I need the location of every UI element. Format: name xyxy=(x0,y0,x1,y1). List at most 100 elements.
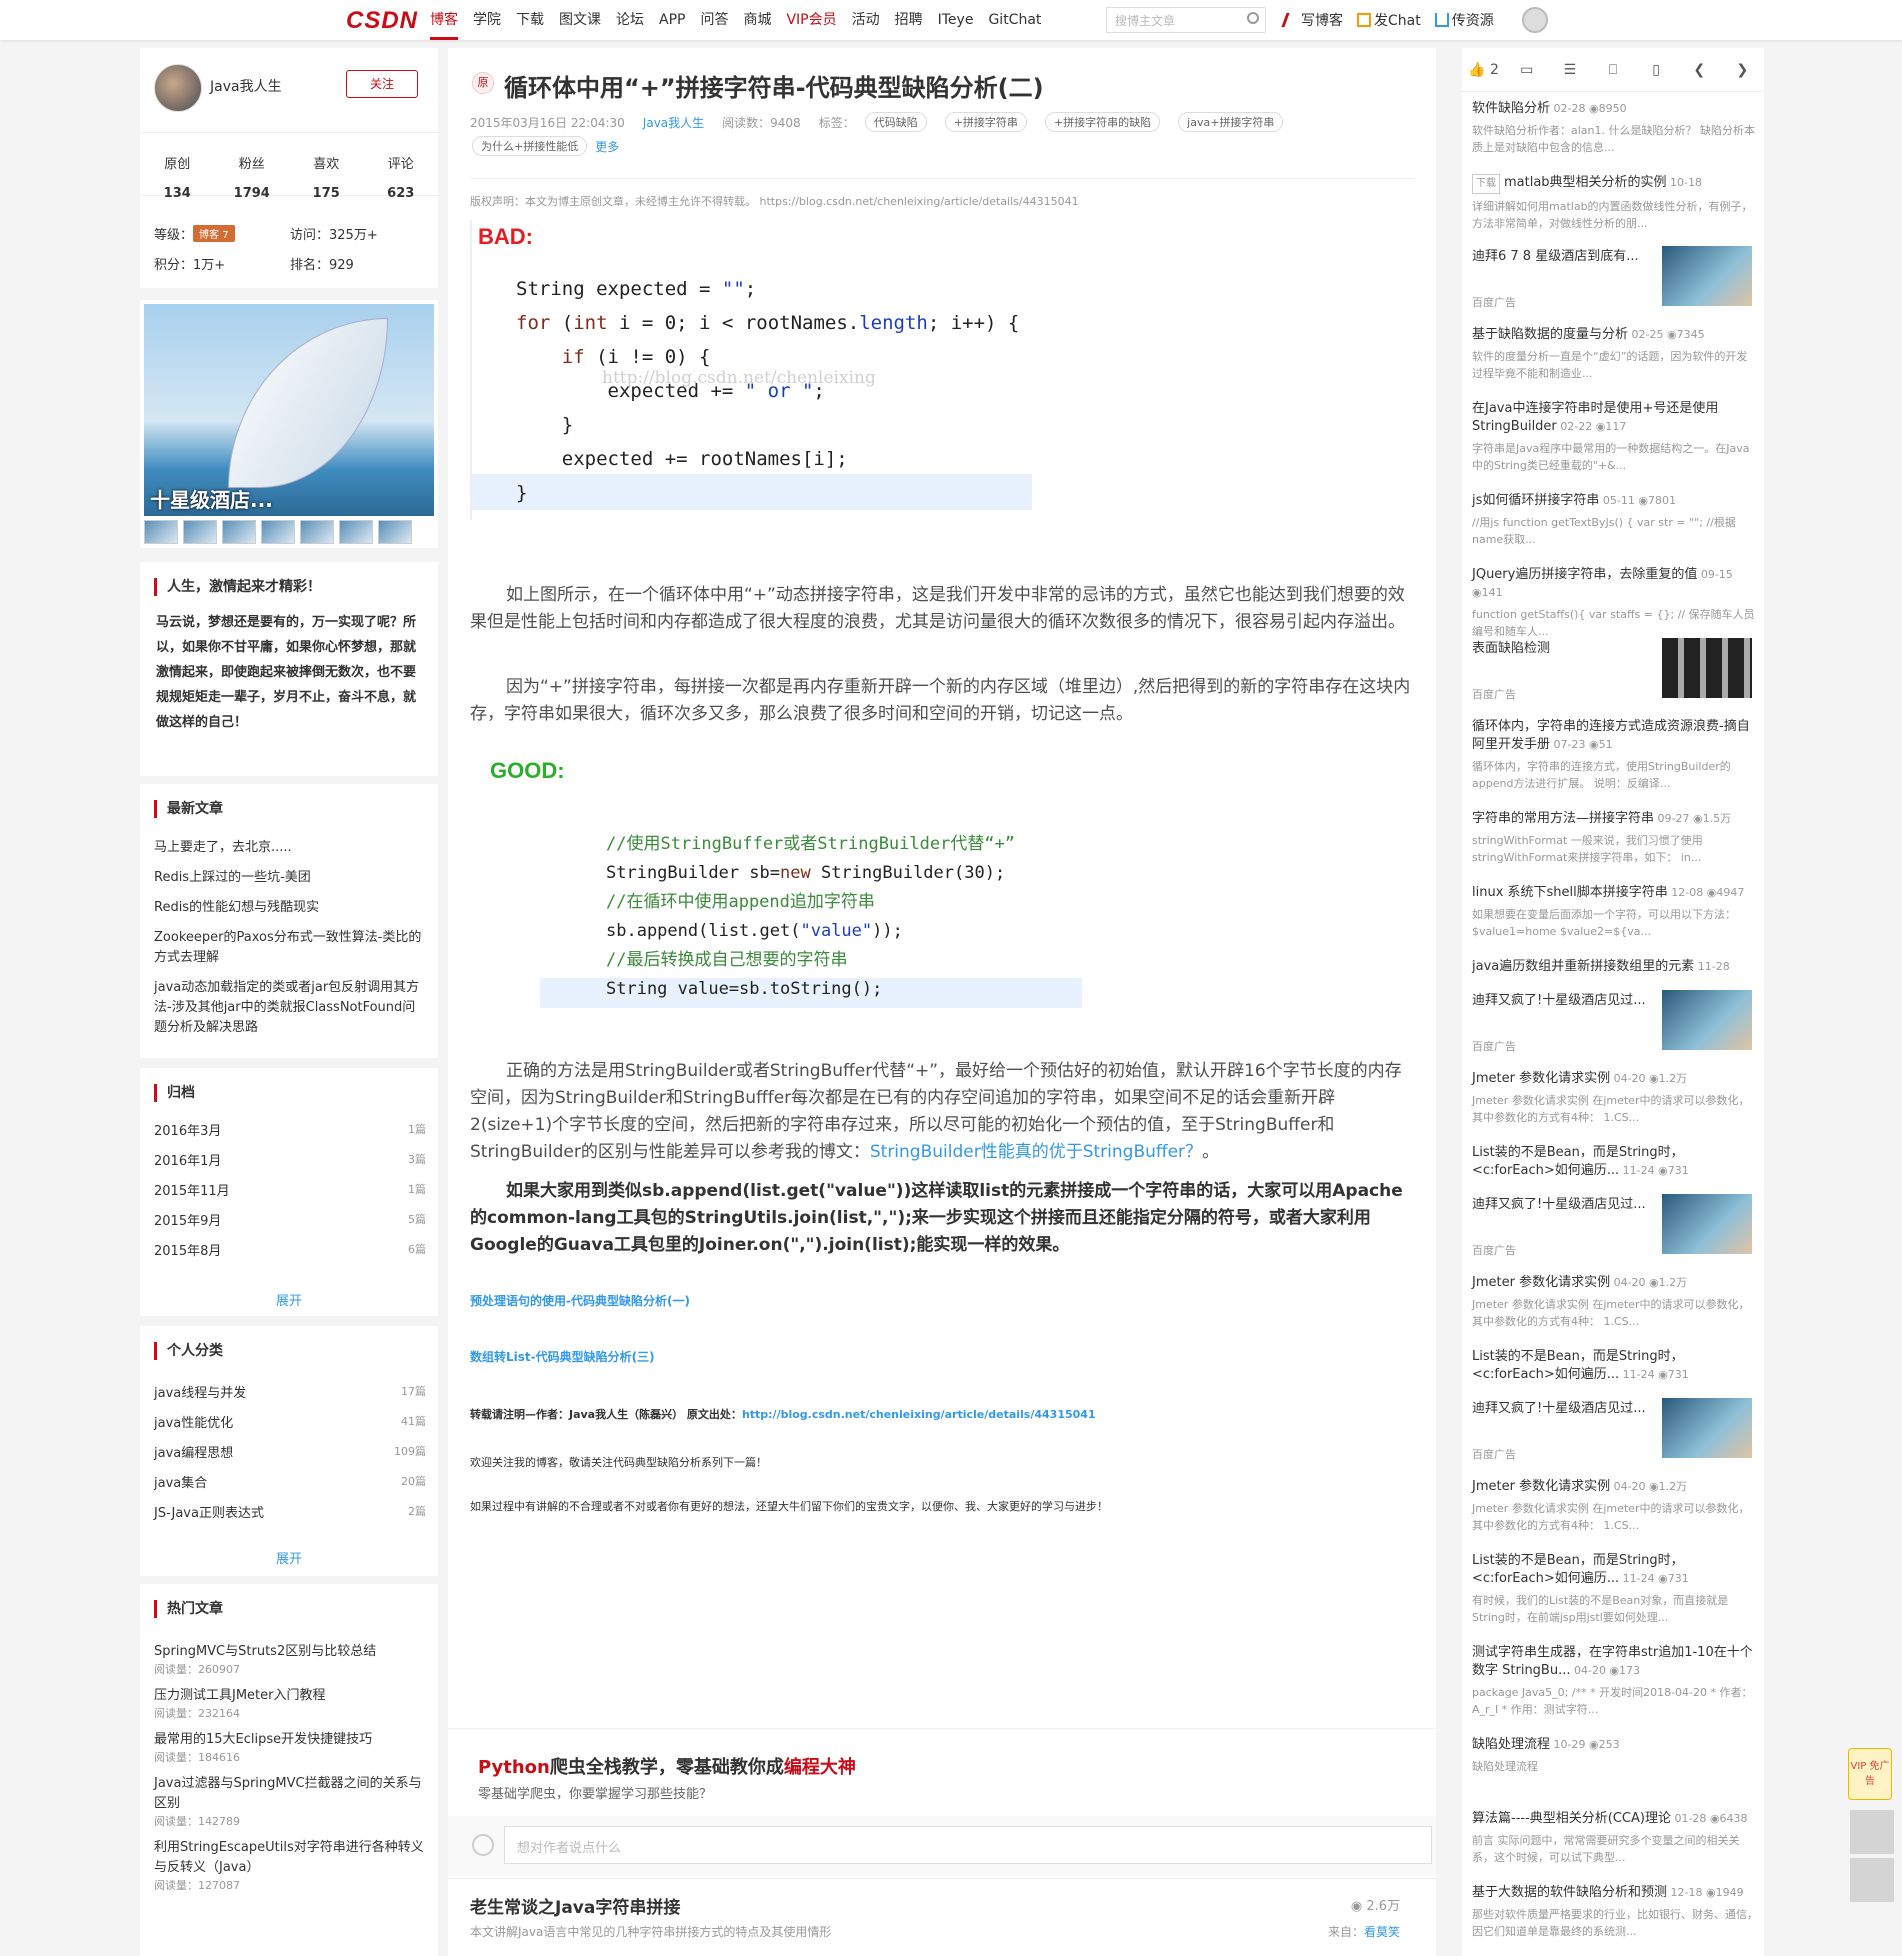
category-item[interactable]: java集合 20篇 xyxy=(154,1466,426,1496)
sidebar-recommend-item[interactable]: JQuery遍历拼接字符串，去除重复的值 09-15 ◉141 function … xyxy=(1472,566,1758,640)
nav-qa[interactable]: 问答 xyxy=(700,0,728,40)
category-item[interactable]: java性能优化 41篇 xyxy=(154,1406,426,1436)
hotel-image[interactable]: 十星级酒店... xyxy=(144,304,434,516)
sidebar-recommend-item[interactable]: Jmeter 参数化请求实例 04-20 ◉1.2万 Jmeter 参数化请求实例… xyxy=(1472,1478,1758,1534)
sidebar-recommend-item[interactable]: 迪拜又疯了!十星级酒店见过... 百度广告 xyxy=(1472,990,1758,1054)
nav-academy[interactable]: 学院 xyxy=(473,0,501,40)
next-article-link[interactable]: 数组转List-代码典型缺陷分析(三) xyxy=(470,1348,655,1365)
prev-arrow-icon[interactable]: ❮ xyxy=(1678,62,1721,78)
source-url-link[interactable]: http://blog.csdn.net/chenleixing/article… xyxy=(742,1408,1096,1421)
recommend-title[interactable]: 测试字符串生成器，在字符串str追加1-10在十个数字 StringBu... … xyxy=(1472,1644,1758,1680)
sidebar-recommend-item[interactable]: Jmeter 参数化请求实例 04-20 ◉1.2万 Jmeter 参数化请求实例… xyxy=(1472,1070,1758,1126)
hot-item-title[interactable]: SpringMVC与Struts2区别与比较总结 xyxy=(154,1642,426,1662)
sidebar-recommend-item[interactable]: 字符串的常用方法—拼接字符串 09-27 ◉1.5万 stringWithForm… xyxy=(1472,810,1758,866)
sidebar-recommend-item[interactable]: List装的不是Bean，而是String时，<c:forEach>如何遍历..… xyxy=(1472,1144,1758,1180)
sidebar-recommend-item[interactable]: Jmeter 参数化请求实例 04-20 ◉1.2万 Jmeter 参数化请求实例… xyxy=(1472,1274,1758,1330)
list-icon[interactable]: ☰ xyxy=(1548,62,1591,78)
back-to-top-button[interactable] xyxy=(1850,1810,1894,1854)
sidebar-recommend-item[interactable]: linux 系统下shell脚本拼接字符串 12-08 ◉4947 如果想要在变量… xyxy=(1472,884,1758,940)
sidebar-recommend-item[interactable]: 缺陷处理流程 10-29 ◉253 缺陷处理流程 xyxy=(1472,1736,1758,1775)
save-icon[interactable]: ▯ xyxy=(1635,62,1678,78)
ad-thumbnail[interactable] xyxy=(300,520,334,544)
recommend-title[interactable]: js如何循环拼接字符串 05-11 ◉7801 xyxy=(1472,492,1758,510)
archive-item[interactable]: 2015年9月 5篇 xyxy=(154,1204,426,1234)
category-item[interactable]: JS-Java正则表达式 2篇 xyxy=(154,1496,426,1526)
ad-thumbnail[interactable] xyxy=(183,520,217,544)
sidebar-recommend-item[interactable]: 在Java中连接字符串时是使用+号还是使用StringBuilder 02-22… xyxy=(1472,400,1758,474)
tag-chip[interactable]: 代码缺陷 xyxy=(864,112,927,132)
recommend-title[interactable]: JQuery遍历拼接字符串，去除重复的值 09-15 ◉141 xyxy=(1472,566,1758,602)
recommend-title[interactable]: List装的不是Bean，而是String时，<c:forEach>如何遍历..… xyxy=(1472,1348,1758,1384)
latest-item[interactable]: Zookeeper的Paxos分布式一致性算法-类比的方式去理解 xyxy=(154,928,426,968)
nav-gitchat[interactable]: GitChat xyxy=(988,0,1041,40)
recommend-title[interactable]: 迪拜又疯了!十星级酒店见过... xyxy=(1472,992,1652,1010)
bookmark-icon[interactable]: ⎕ xyxy=(1591,62,1634,78)
archive-item[interactable]: 2016年3月 1篇 xyxy=(154,1114,426,1144)
latest-item[interactable]: Redis的性能幻想与残酷现实 xyxy=(154,898,426,918)
follow-button[interactable]: 关注 xyxy=(346,70,418,98)
nav-iteye[interactable]: ITeye xyxy=(938,0,974,40)
source-author-link[interactable]: 看莫笑 xyxy=(1364,1925,1400,1939)
hot-item-title[interactable]: 最常用的15大Eclipse开发快捷键技巧 xyxy=(154,1730,426,1750)
nav-events[interactable]: 活动 xyxy=(852,0,880,40)
sidebar-image-ad[interactable]: 十星级酒店... xyxy=(140,300,438,548)
author-name[interactable]: Java我人生 xyxy=(210,76,282,96)
write-blog-link[interactable]: 写博客 xyxy=(1281,10,1343,30)
recommend-title[interactable]: 下载 matlab典型相关分析的实例 10-18 xyxy=(1472,174,1758,194)
nav-download[interactable]: 下载 xyxy=(516,0,544,40)
recommend-title[interactable]: 迪拜又疯了!十星级酒店见过... xyxy=(1472,1196,1652,1214)
recommend-title[interactable]: java遍历数组并重新拼接数组里的元素 11-28 xyxy=(1472,958,1758,976)
nav-jobs[interactable]: 招聘 xyxy=(895,0,923,40)
ad-thumbnail[interactable] xyxy=(1662,1398,1752,1458)
author-avatar[interactable] xyxy=(154,64,202,112)
sidebar-recommend-item[interactable]: List装的不是Bean，而是String时，<c:forEach>如何遍历..… xyxy=(1472,1348,1758,1384)
recommend-title[interactable]: 循环体内，字符串的连接方式造成资源浪费-摘自阿里开发手册 07-23 ◉51 xyxy=(1472,718,1758,754)
recommend-title[interactable]: 在Java中连接字符串时是使用+号还是使用StringBuilder 02-22… xyxy=(1472,400,1758,436)
ad-thumbnail[interactable] xyxy=(1662,246,1752,306)
stringbuilder-article-link[interactable]: StringBuilder性能真的优于StringBuffer？ xyxy=(870,1142,1202,1162)
user-avatar[interactable] xyxy=(1522,7,1548,33)
recommend-title[interactable]: 缺陷处理流程 10-29 ◉253 xyxy=(1472,1736,1758,1754)
sidebar-recommend-item[interactable]: js如何循环拼接字符串 05-11 ◉7801 //用js function ge… xyxy=(1472,492,1758,548)
ad-thumbnail[interactable] xyxy=(1662,638,1752,698)
sidebar-recommend-item[interactable]: 基于缺陷数据的度量与分析 02-25 ◉7345 软件的度量分析一直是个“虚幻”的… xyxy=(1472,326,1758,382)
tag-chip[interactable]: 为什么+拼接性能低 xyxy=(472,136,588,156)
hot-item-title[interactable]: Java过滤器与SpringMVC拦截器之间的关系与区别 xyxy=(154,1774,426,1814)
sidebar-recommend-item[interactable]: 软件缺陷分析 02-28 ◉8950 软件缺陷分析作者：alan1. 什么是缺陷分… xyxy=(1472,100,1758,156)
hot-item-title[interactable]: 利用StringEscapeUtils对字符串进行各种转义与反转义（Java） xyxy=(154,1838,426,1878)
comment-icon[interactable]: ▭ xyxy=(1505,62,1548,78)
archive-item[interactable]: 2015年8月 6篇 xyxy=(154,1234,426,1264)
recommended-article[interactable]: 老生常谈之Java字符串拼接 本文讲解Java语言中常见的几种字符串拼接方式的特… xyxy=(448,1878,1436,1956)
search-icon[interactable] xyxy=(1247,12,1259,24)
ad-thumbnail[interactable] xyxy=(144,520,178,544)
ad-thumbnail[interactable] xyxy=(261,520,295,544)
next-arrow-icon[interactable]: ❯ xyxy=(1721,62,1764,78)
recommend-title[interactable]: 软件缺陷分析 02-28 ◉8950 xyxy=(1472,100,1758,118)
category-expand-link[interactable]: 展开 xyxy=(140,1548,438,1567)
nav-vip[interactable]: VIP会员 xyxy=(786,0,836,40)
latest-item[interactable]: 马上要走了，去北京..... xyxy=(154,838,426,858)
ad-thumbnail[interactable] xyxy=(1662,1194,1752,1254)
recommend-title[interactable]: 表面缺陷检测 xyxy=(1472,640,1652,658)
sidebar-recommend-item[interactable]: 迪拜又疯了!十星级酒店见过... 百度广告 xyxy=(1472,1398,1758,1462)
prev-article-link[interactable]: 预处理语句的使用-代码典型缺陷分析(一) xyxy=(470,1292,690,1309)
sidebar-recommend-item[interactable]: 测试字符串生成器，在字符串str追加1-10在十个数字 StringBu... … xyxy=(1472,1644,1758,1718)
nav-mall[interactable]: 商城 xyxy=(743,0,771,40)
sidebar-recommend-item[interactable]: 基于大数据的软件缺陷分析和预测 12-18 ◉1949 那些对软件质量严格要求的行… xyxy=(1472,1884,1758,1940)
sidebar-recommend-item[interactable]: 迪拜又疯了!十星级酒店见过... 百度广告 xyxy=(1472,1194,1758,1258)
nav-course[interactable]: 图文课 xyxy=(559,0,601,40)
recommended-title[interactable]: 老生常谈之Java字符串拼接 xyxy=(470,1893,680,1918)
recommend-title[interactable]: Jmeter 参数化请求实例 04-20 ◉1.2万 xyxy=(1472,1070,1758,1088)
report-button[interactable] xyxy=(1850,1858,1894,1902)
hot-item-title[interactable]: 压力测试工具JMeter入门教程 xyxy=(154,1686,426,1706)
recommend-title[interactable]: linux 系统下shell脚本拼接字符串 12-08 ◉4947 xyxy=(1472,884,1758,902)
archive-item[interactable]: 2015年11月 1篇 xyxy=(154,1174,426,1204)
gitchat-link[interactable]: 发Chat xyxy=(1357,10,1421,30)
tag-chip[interactable]: +拼接字符串的缺陷 xyxy=(1044,112,1161,132)
sidebar-recommend-item[interactable]: 循环体内，字符串的连接方式造成资源浪费-摘自阿里开发手册 07-23 ◉51 循环… xyxy=(1472,718,1758,792)
recommend-title[interactable]: 迪拜6 7 8 星级酒店到底有... xyxy=(1472,248,1652,266)
recommend-title[interactable]: 基于大数据的软件缺陷分析和预测 12-18 ◉1949 xyxy=(1472,1884,1758,1902)
sidebar-recommend-item[interactable]: 算法篇----典型相关分析(CCA)理论 01-28 ◉6438 前言 实际问题中… xyxy=(1472,1810,1758,1866)
sidebar-recommend-item[interactable]: 下载 matlab典型相关分析的实例 10-18 详细讲解如何用matlab的内置… xyxy=(1472,174,1758,232)
ad-thumbnail[interactable] xyxy=(339,520,373,544)
